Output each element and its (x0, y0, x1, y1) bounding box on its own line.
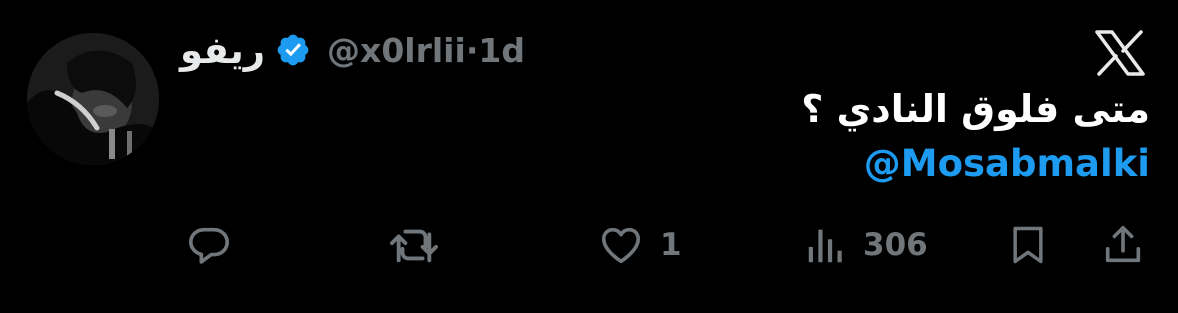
views-button[interactable]: 306 (803, 220, 928, 270)
share-icon (1100, 222, 1146, 268)
like-button[interactable]: 1 (596, 220, 682, 270)
bookmark-button[interactable] (1006, 220, 1050, 270)
x-logo-icon (1095, 30, 1145, 76)
handle-meta: @x0lrlii·1d (327, 31, 525, 70)
reply-button[interactable] (186, 220, 232, 270)
reply-icon (186, 222, 232, 268)
retweet-icon (386, 222, 442, 268)
mention-link[interactable]: @Mosabmalki (864, 136, 1150, 192)
author-handle[interactable]: @x0lrlii (327, 31, 466, 70)
separator-dot: · (465, 30, 479, 70)
verified-badge-icon (275, 32, 311, 68)
retweet-button[interactable] (386, 220, 442, 270)
timestamp[interactable]: 1d (478, 31, 525, 70)
tweet-content: متى فلوق النادي ؟ @Mosabmalki (801, 82, 1150, 192)
like-count: 1 (660, 227, 682, 263)
heart-icon (596, 222, 646, 268)
views-count: 306 (863, 227, 928, 263)
avatar[interactable] (27, 33, 159, 165)
tweet-header: ريفو @x0lrlii·1d (180, 22, 525, 78)
tweet-card[interactable]: ريفو @x0lrlii·1d متى فلوق النادي ؟ @Mosa… (0, 0, 1178, 313)
display-name[interactable]: ريفو (180, 29, 265, 72)
tweet-text: متى فلوق النادي ؟ (801, 87, 1150, 131)
bookmark-icon (1006, 222, 1050, 268)
views-icon (803, 222, 849, 268)
share-button[interactable] (1100, 220, 1146, 270)
